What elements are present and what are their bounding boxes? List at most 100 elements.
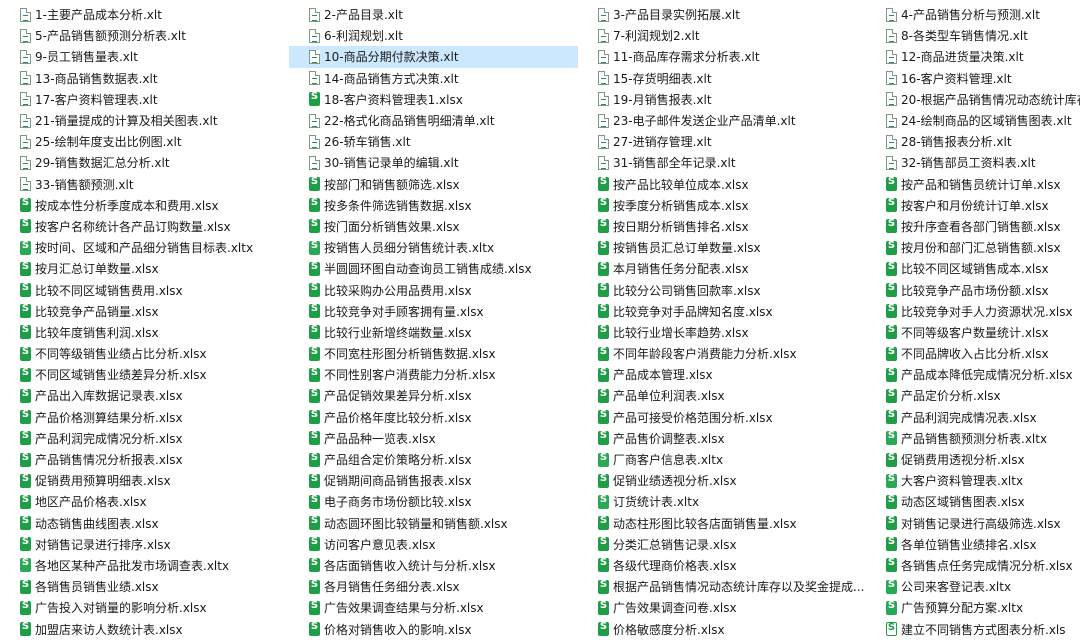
file-item[interactable]: 17-客户资料管理表.xlt [0,89,289,110]
file-item[interactable]: 各销售点任务完成情况分析.xlsx [866,555,1080,576]
file-item[interactable]: 20-根据产品销售情况动态统计库存以 [866,89,1080,110]
file-item[interactable]: 1-主要产品成本分析.xlt [0,4,289,25]
file-item[interactable]: 按月汇总订单数量.xlsx [0,258,289,279]
file-item[interactable]: 15-存货明细表.xlt [578,68,866,89]
file-item[interactable]: 按产品和销售员统计订单.xlsx [866,174,1080,195]
file-item[interactable]: 广告效果调查问卷.xlsx [578,597,866,618]
file-item[interactable]: 广告投入对销量的影响分析.xlsx [0,597,289,618]
file-item[interactable]: 动态销售曲线图表.xlsx [0,513,289,534]
file-item[interactable]: 产品组合定价策略分析.xlsx [289,449,578,470]
file-item[interactable]: 价格敏感度分析.xlsx [578,618,866,639]
file-item[interactable]: 产品售价调整表.xlsx [578,428,866,449]
file-item[interactable]: 对销售记录进行高级筛选.xlsx [866,513,1080,534]
file-item[interactable]: 不同等级客户数量统计.xlsx [866,322,1080,343]
file-item[interactable]: 地区产品价格表.xlsx [0,491,289,512]
file-item[interactable]: 订货统计表.xltx [578,491,866,512]
file-item[interactable]: 各级代理商价格表.xlsx [578,555,866,576]
file-item[interactable]: 对销售记录进行排序.xlsx [0,534,289,555]
file-item[interactable]: 32-销售部员工资料表.xlt [866,152,1080,173]
file-item[interactable]: 建立不同销售方式图表分析.xls [866,618,1080,639]
file-item[interactable]: 各单位销售业绩排名.xlsx [866,534,1080,555]
file-item[interactable]: 5-产品销售额预测分析表.xlt [0,25,289,46]
file-item[interactable]: 按客户和月份统计订单.xlsx [866,195,1080,216]
file-item[interactable]: 19-月销售报表.xlt [578,89,866,110]
file-item[interactable]: 不同宽柱形图分析销售数据.xlsx [289,343,578,364]
file-item[interactable]: 21-销量提成的计算及相关图表.xlt [0,110,289,131]
file-item[interactable]: 广告预算分配方案.xltx [866,597,1080,618]
file-item[interactable]: 产品价格测算结果分析.xlsx [0,407,289,428]
file-item[interactable]: 按客户名称统计各产品订购数量.xlsx [0,216,289,237]
file-item[interactable]: 公司来客登记表.xltx [866,576,1080,597]
file-item[interactable]: 14-商品销售方式决策.xlt [289,68,578,89]
file-item[interactable]: 比较采购办公用品费用.xlsx [289,279,578,300]
file-item[interactable]: 按季度分析销售成本.xlsx [578,195,866,216]
file-item[interactable]: 16-客户资料管理.xlt [866,68,1080,89]
file-item[interactable]: 31-销售部全年记录.xlt [578,152,866,173]
file-item[interactable]: 根据产品销售情况动态统计库存以及奖金提成... [578,576,866,597]
file-item[interactable]: 7-利润规划2.xlt [578,25,866,46]
file-item[interactable]: 28-销售报表分析.xlt [866,131,1080,152]
file-item[interactable]: 厂商客户信息表.xltx [578,449,866,470]
file-item[interactable]: 比较不同区域销售费用.xlsx [0,279,289,300]
file-item[interactable]: 33-销售额预测.xlt [0,174,289,195]
file-item[interactable]: 2-产品目录.xlt [289,4,578,25]
file-item[interactable]: 10-商品分期付款决策.xlt [289,46,578,68]
file-item[interactable]: 促销业绩透视分析.xlsx [578,470,866,491]
file-item[interactable]: 半圆圆环图自动查询员工销售成绩.xlsx [289,258,578,279]
file-item[interactable]: 按时间、区域和产品细分销售目标表.xltx [0,237,289,258]
file-item[interactable]: 比较竞争产品销量.xlsx [0,301,289,322]
file-item[interactable]: 电子商务市场份额比较.xlsx [289,491,578,512]
file-item[interactable]: 30-销售记录单的编辑.xlt [289,152,578,173]
file-item[interactable]: 产品单位利润表.xlsx [578,385,866,406]
file-item[interactable]: 不同年龄段客户消费能力分析.xlsx [578,343,866,364]
file-item[interactable]: 产品定价分析.xlsx [866,385,1080,406]
file-item[interactable]: 不同等级销售业绩占比分析.xlsx [0,343,289,364]
file-item[interactable]: 加盟店来访人数统计表.xlsx [0,618,289,639]
file-item[interactable]: 比较竞争对手品牌知名度.xlsx [578,301,866,322]
file-item[interactable]: 访问客户意见表.xlsx [289,534,578,555]
file-item[interactable]: 按门面分析销售效果.xlsx [289,216,578,237]
file-item[interactable]: 本月销售任务分配表.xlsx [578,258,866,279]
file-item[interactable]: 产品出入库数据记录表.xlsx [0,385,289,406]
file-item[interactable]: 按多条件筛选销售数据.xlsx [289,195,578,216]
file-item[interactable]: 比较分公司销售回款率.xlsx [578,279,866,300]
file-item[interactable]: 不同区域销售业绩差异分析.xlsx [0,364,289,385]
file-item[interactable]: 23-电子邮件发送企业产品清单.xlt [578,110,866,131]
file-item[interactable]: 按销售人员细分销售统计表.xltx [289,237,578,258]
file-item[interactable]: 按产品比较单位成本.xlsx [578,174,866,195]
file-item[interactable]: 产品品种一览表.xlsx [289,428,578,449]
file-item[interactable]: 18-客户资料管理表1.xlsx [289,89,578,110]
file-item[interactable]: 6-利润规划.xlt [289,25,578,46]
file-item[interactable]: 按升序查看各部门销售额.xlsx [866,216,1080,237]
file-item[interactable]: 24-绘制商品的区域销售图表.xlt [866,110,1080,131]
file-item[interactable]: 产品成本降低完成情况分析.xlsx [866,364,1080,385]
file-item[interactable]: 按销售员汇总订单数量.xlsx [578,237,866,258]
file-item[interactable]: 27-进销存管理.xlt [578,131,866,152]
file-item[interactable]: 26-轿车销售.xlt [289,131,578,152]
file-item[interactable]: 大客户资料管理表.xltx [866,470,1080,491]
file-item[interactable]: 按部门和销售额筛选.xlsx [289,174,578,195]
file-item[interactable]: 产品促销效果差异分析.xlsx [289,385,578,406]
file-item[interactable]: 比较行业增长率趋势.xlsx [578,322,866,343]
file-item[interactable]: 产品成本管理.xlsx [578,364,866,385]
file-item[interactable]: 8-各类型车销售情况.xlt [866,25,1080,46]
file-item[interactable]: 比较竞争对手顾客拥有量.xlsx [289,301,578,322]
file-item[interactable]: 22-格式化商品销售明细清单.xlt [289,110,578,131]
file-item[interactable]: 11-商品库存需求分析表.xlt [578,46,866,67]
file-item[interactable]: 各店面销售收入统计与分析.xlsx [289,555,578,576]
file-item[interactable]: 4-产品销售分析与预测.xlt [866,4,1080,25]
file-item[interactable]: 比较竞争产品市场份额.xlsx [866,279,1080,300]
file-item[interactable]: 比较年度销售利润.xlsx [0,322,289,343]
file-item[interactable]: 12-商品进货量决策.xlt [866,46,1080,67]
file-item[interactable]: 各月销售任务细分表.xlsx [289,576,578,597]
file-item[interactable]: 促销费用预算明细表.xlsx [0,470,289,491]
file-item[interactable]: 按日期分析销售排名.xlsx [578,216,866,237]
file-item[interactable]: 产品销售情况分析报表.xlsx [0,449,289,470]
file-item[interactable]: 比较行业新增终端数量.xlsx [289,322,578,343]
file-item[interactable]: 25-绘制年度支出比例图.xlt [0,131,289,152]
file-item[interactable]: 产品价格年度比较分析.xlsx [289,407,578,428]
file-item[interactable]: 广告效果调查结果与分析.xlsx [289,597,578,618]
file-item[interactable]: 各地区某种产品批发市场调查表.xltx [0,555,289,576]
file-item[interactable]: 29-销售数据汇总分析.xlt [0,152,289,173]
file-item[interactable]: 比较不同区域销售成本.xlsx [866,258,1080,279]
